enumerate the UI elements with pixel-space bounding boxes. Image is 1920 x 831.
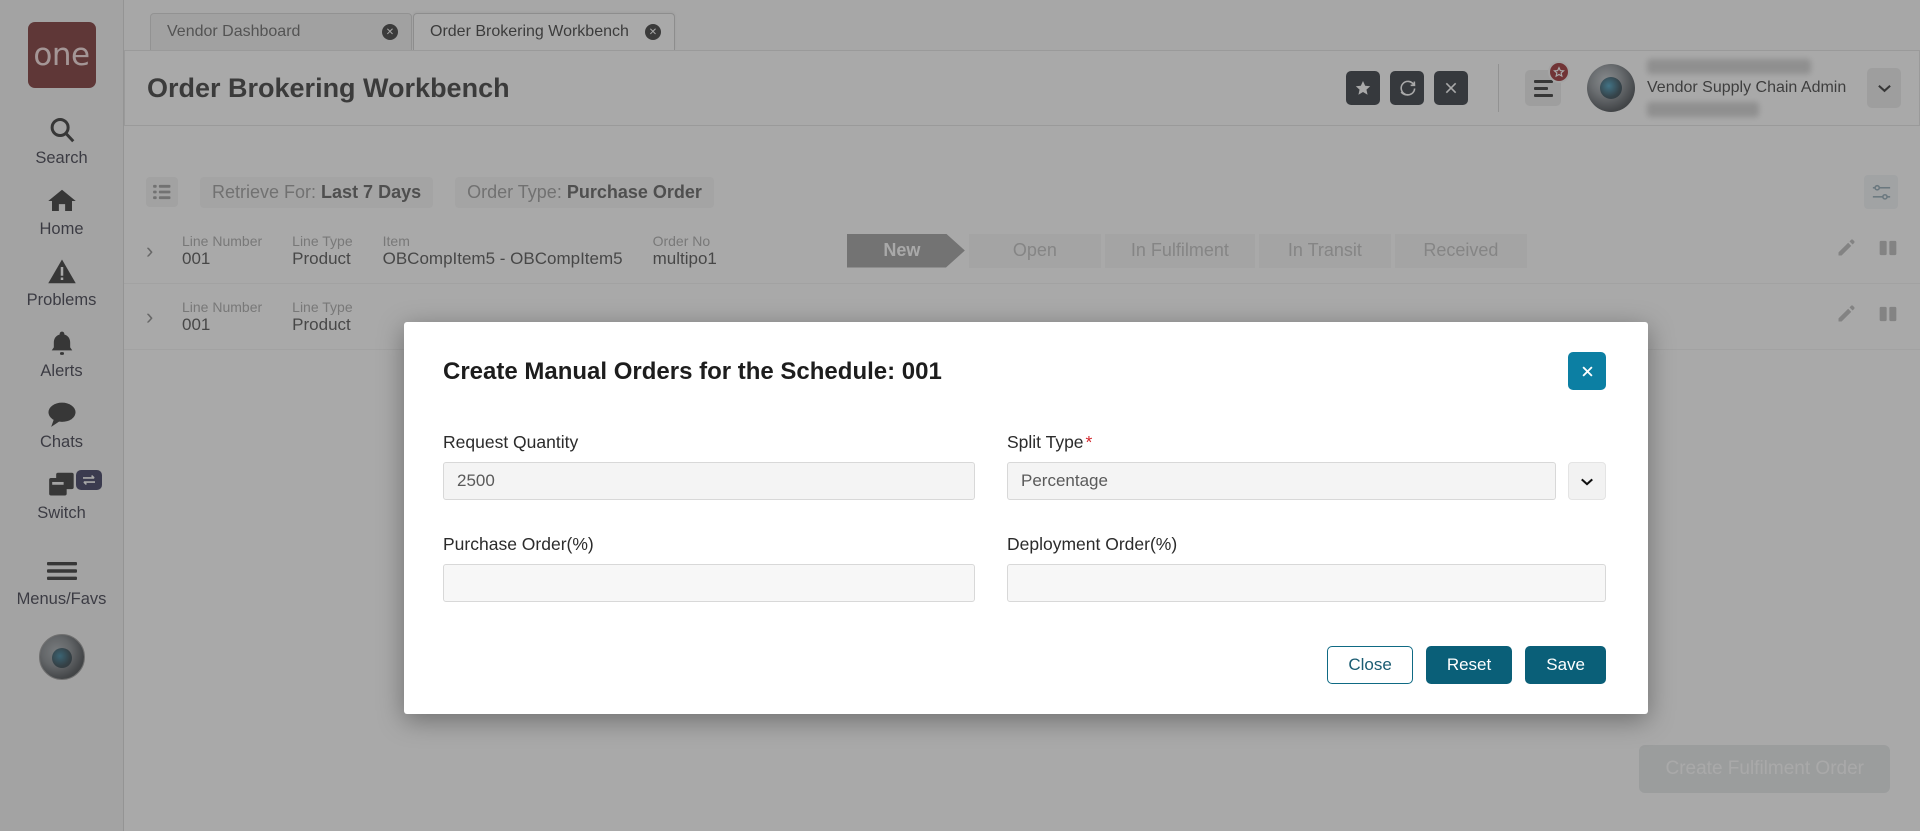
field-purchase-order-pct: Purchase Order(%) (443, 534, 975, 602)
dialog-title: Create Manual Orders for the Schedule: 0… (443, 358, 942, 385)
split-type-label-text: Split Type (1007, 432, 1084, 452)
dialog-form: Request Quantity Split Type* (440, 432, 1606, 602)
field-split-type: Split Type * (1007, 432, 1606, 500)
reset-button[interactable]: Reset (1425, 646, 1513, 684)
application-window: one Search Home (0, 0, 1920, 831)
close-button[interactable]: Close (1327, 646, 1413, 684)
form-spacer (443, 510, 1606, 524)
request-quantity-input[interactable] (443, 462, 975, 500)
chevron-down-icon (1581, 478, 1593, 486)
split-type-dropdown-toggle[interactable] (1568, 462, 1606, 500)
split-type-label: Split Type * (1007, 432, 1606, 453)
create-manual-orders-dialog: Create Manual Orders for the Schedule: 0… (404, 322, 1648, 714)
dialog-header: Create Manual Orders for the Schedule: 0… (440, 352, 1606, 390)
dialog-footer: Close Reset Save (440, 646, 1606, 684)
split-type-control (1007, 462, 1606, 500)
x-icon (1581, 365, 1593, 377)
required-asterisk: * (1085, 432, 1093, 452)
request-quantity-label: Request Quantity (443, 432, 579, 452)
field-deployment-order-pct: Deployment Order(%) (1007, 534, 1606, 602)
field-request-quantity: Request Quantity (443, 432, 975, 500)
purchase-order-pct-label: Purchase Order(%) (443, 534, 594, 554)
split-type-input[interactable] (1007, 462, 1556, 500)
deployment-order-pct-label: Deployment Order(%) (1007, 534, 1178, 554)
deployment-order-pct-input[interactable] (1007, 564, 1606, 602)
save-button[interactable]: Save (1525, 646, 1606, 684)
dialog-close-button[interactable] (1568, 352, 1606, 390)
purchase-order-pct-input[interactable] (443, 564, 975, 602)
